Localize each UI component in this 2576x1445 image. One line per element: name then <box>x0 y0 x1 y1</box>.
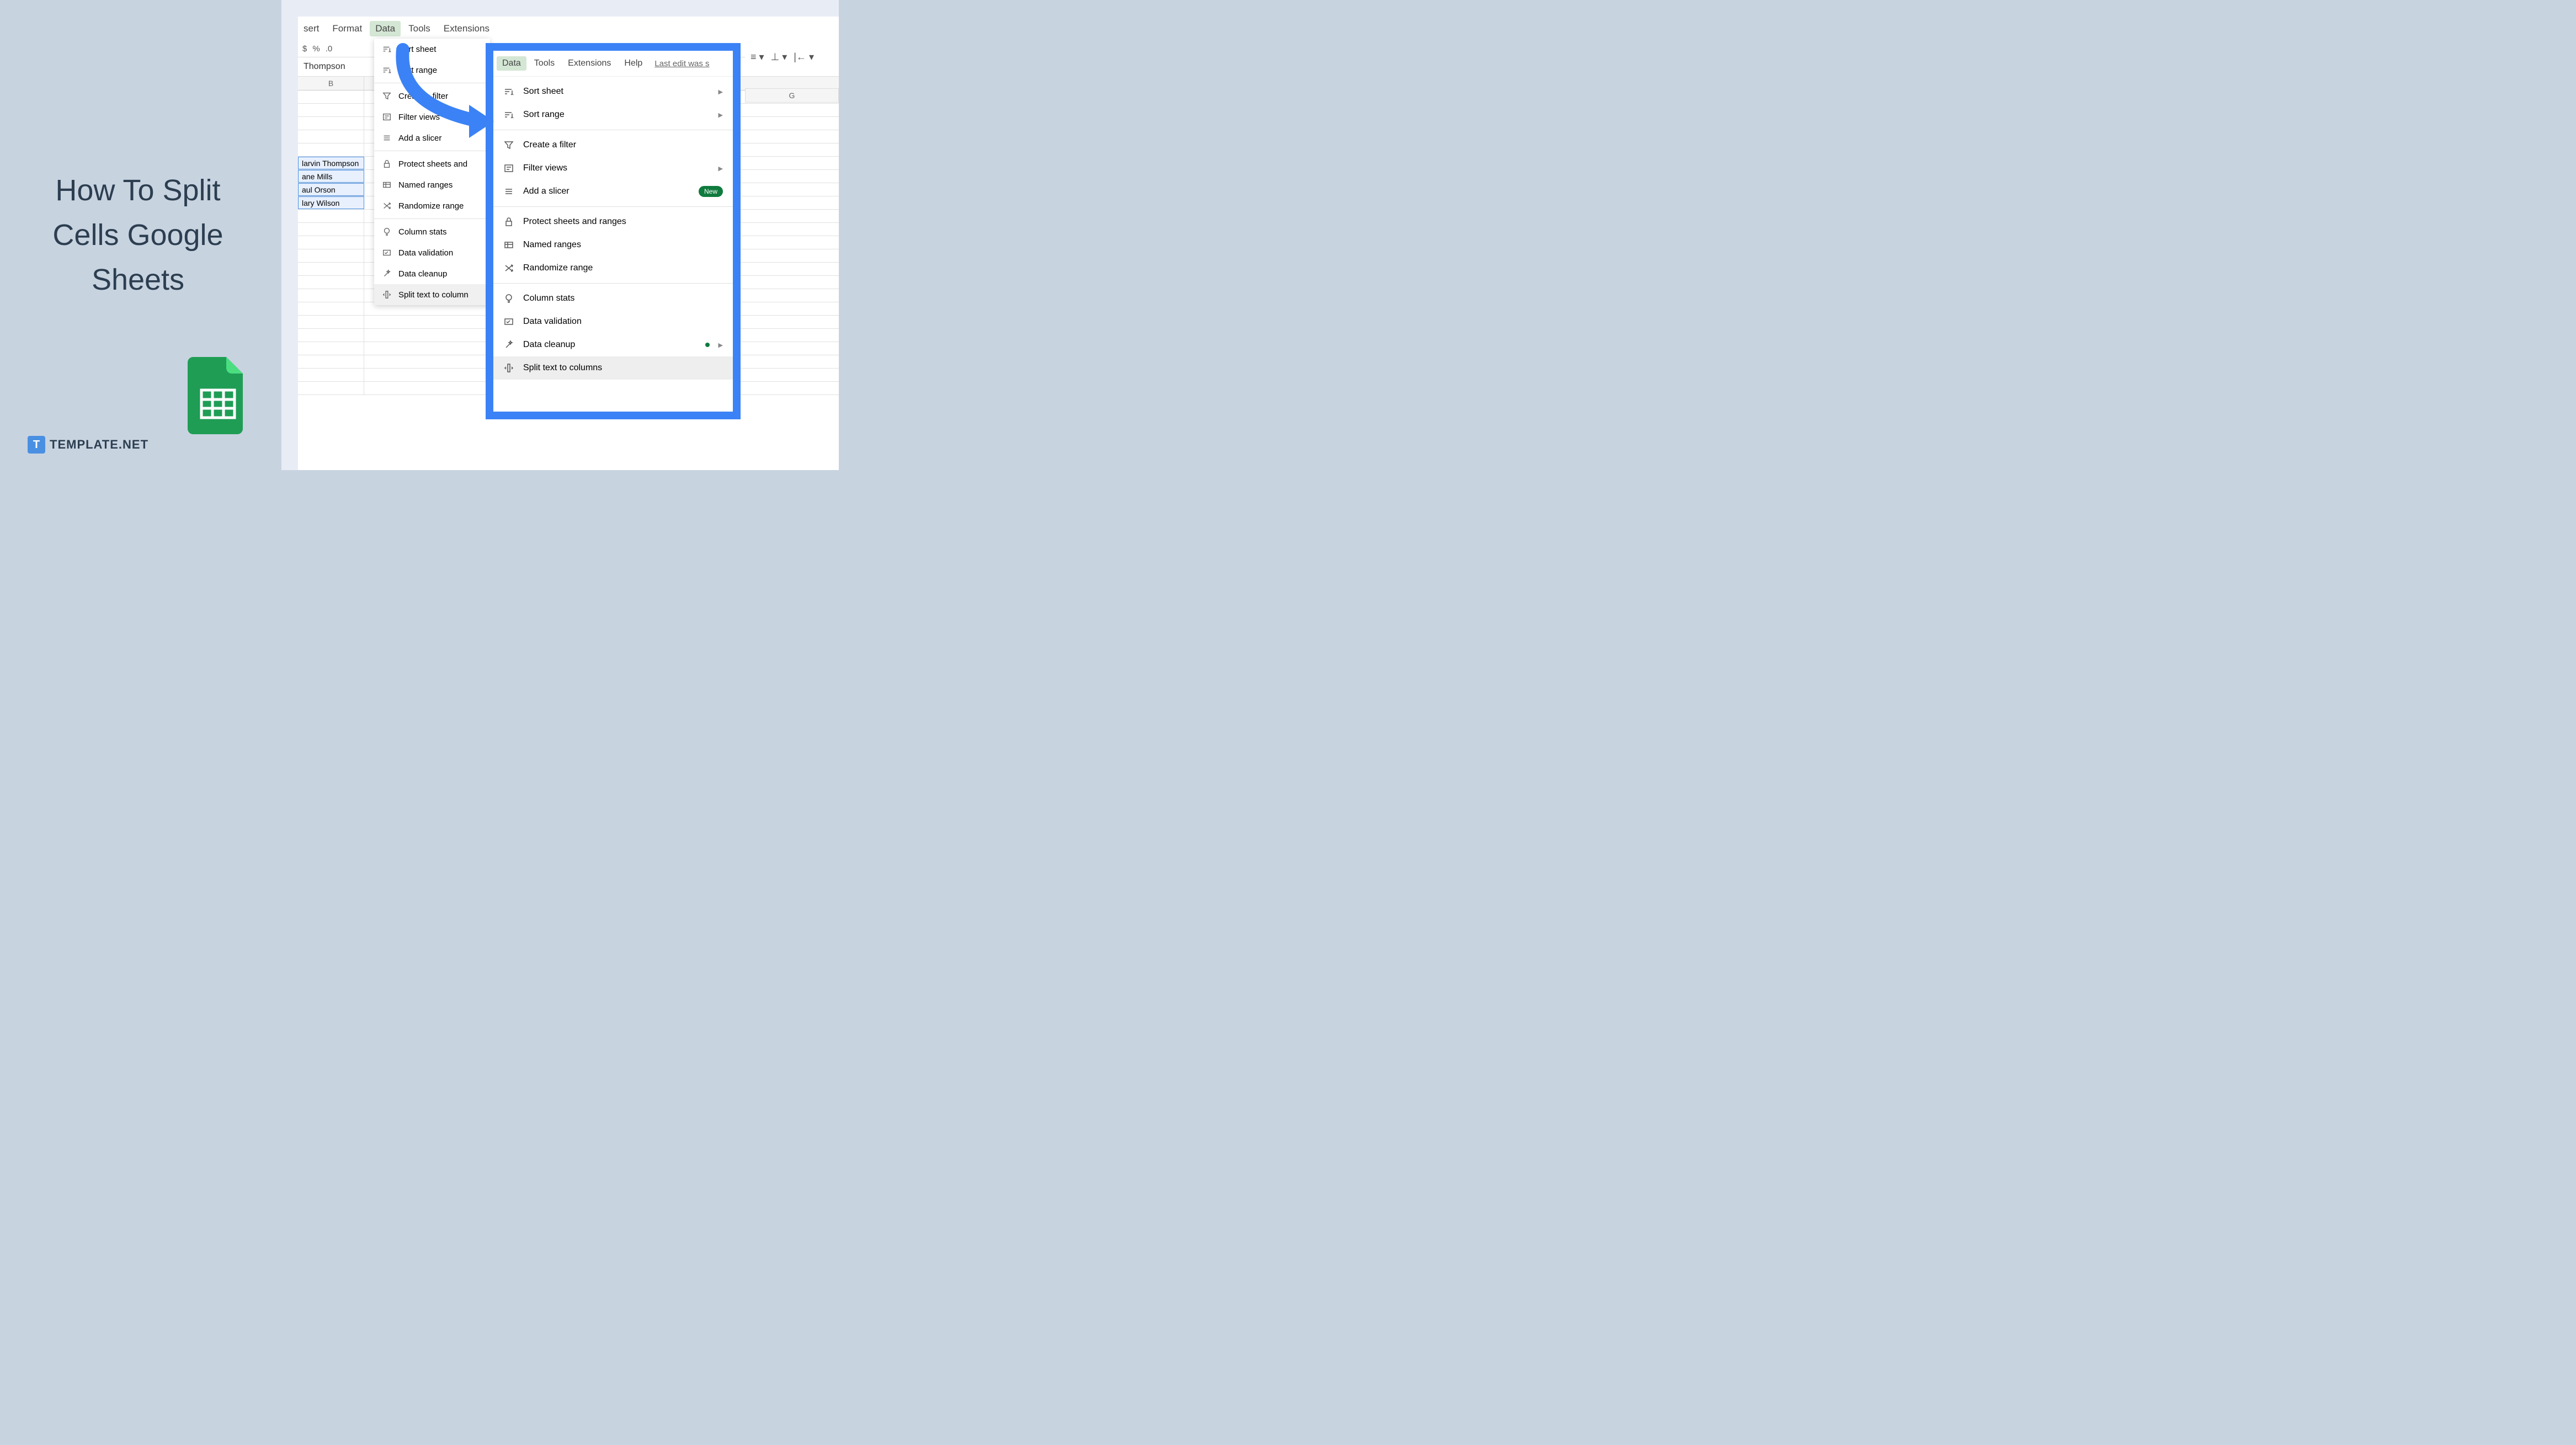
menu-label: Add a slicer <box>523 186 570 196</box>
menu-item-column-stats[interactable]: Column stats <box>493 287 733 310</box>
menu-item-sort-sheet[interactable]: Sort sheet ▶ <box>493 80 733 103</box>
menu-label: Named ranges <box>523 240 581 250</box>
logo-text: TEMPLATE.NET <box>50 438 148 452</box>
underline-icon: ⊥ ▾ <box>771 51 787 63</box>
menu-label: Protect sheets and ranges <box>523 217 626 227</box>
align-icon: ≡ ▾ <box>751 51 764 63</box>
arrow-icon <box>386 39 508 149</box>
fg-menu-help[interactable]: Help <box>619 56 648 71</box>
fg-menu-extensions[interactable]: Extensions <box>562 56 616 71</box>
menu-label: Sort sheet <box>523 87 563 97</box>
menu-item-split-text-to-column[interactable]: Split text to column <box>374 284 490 305</box>
menu-separator <box>493 283 733 284</box>
border-icon: |← ▾ <box>794 51 814 63</box>
right-panel: sertFormatDataToolsExtensions $%.0 Thomp… <box>281 0 839 470</box>
menu-item-randomize-range[interactable]: Randomize range <box>374 195 490 216</box>
submenu-arrow-icon: ▶ <box>718 342 723 349</box>
bg-menu-tools[interactable]: Tools <box>403 21 436 36</box>
bg-menu-format[interactable]: Format <box>327 21 368 36</box>
foreground-highlight: DataToolsExtensionsHelpLast edit was s S… <box>486 43 741 419</box>
menu-label: Column stats <box>523 294 574 303</box>
page-title: How To Split Cells Google Sheets <box>22 168 254 302</box>
submenu-arrow-icon: ▶ <box>718 88 723 95</box>
menu-item-create-a-filter[interactable]: Create a filter <box>493 134 733 157</box>
cell[interactable]: lary Wilson <box>298 196 364 209</box>
google-sheets-icon <box>188 357 248 437</box>
menu-separator <box>493 206 733 207</box>
menu-label: Sort range <box>523 110 565 120</box>
menu-label: Data validation <box>398 248 453 258</box>
menu-label: Randomize range <box>523 263 593 273</box>
menu-item-protect-sheets-and[interactable]: Protect sheets and <box>374 153 490 174</box>
right-col-g: G <box>745 88 839 103</box>
menu-label: Data cleanup <box>398 269 447 279</box>
fg-data-dropdown: Sort sheet ▶ Sort range ▶ Create a filter Fil… <box>493 77 733 383</box>
menu-label: Create a filter <box>523 140 576 150</box>
menu-item-data-validation[interactable]: Data validation <box>374 242 490 263</box>
status-dot <box>705 343 710 347</box>
cell[interactable]: larvin Thompson <box>298 157 364 169</box>
menu-item-filter-views[interactable]: Filter views ▶ <box>493 157 733 180</box>
menu-item-data-cleanup[interactable]: Data cleanup <box>374 263 490 284</box>
menu-item-named-ranges[interactable]: Named ranges <box>493 233 733 257</box>
menu-label: Named ranges <box>398 180 453 190</box>
menu-item-data-validation[interactable]: Data validation <box>493 310 733 333</box>
menu-item-add-a-slicer[interactable]: Add a slicer New <box>493 180 733 203</box>
menu-label: Split text to columns <box>523 363 602 373</box>
menu-label: Randomize range <box>398 201 464 211</box>
menu-item-named-ranges[interactable]: Named ranges <box>374 174 490 195</box>
menu-label: Protect sheets and <box>398 159 467 169</box>
toolbar-btn[interactable]: .0 <box>326 44 333 54</box>
menu-label: Column stats <box>398 227 447 237</box>
fg-menubar: DataToolsExtensionsHelpLast edit was s <box>493 51 733 77</box>
bg-col-b: B <box>298 77 364 90</box>
menu-item-randomize-range[interactable]: Randomize range <box>493 257 733 280</box>
menu-item-column-stats[interactable]: Column stats <box>374 221 490 242</box>
cell[interactable]: ane Mills <box>298 170 364 183</box>
menu-label: Filter views <box>523 163 567 173</box>
toolbar-btn[interactable]: $ <box>302 44 307 54</box>
right-toolbar-fragment: ≡ ▾ ⊥ ▾ |← ▾ <box>745 43 839 71</box>
bg-menu-data[interactable]: Data <box>370 21 401 36</box>
last-edit-text[interactable]: Last edit was s <box>654 59 709 68</box>
menu-label: Data cleanup <box>523 340 575 350</box>
submenu-arrow-icon: ▶ <box>718 111 723 119</box>
menu-label: Data validation <box>523 317 582 327</box>
logo-icon: T <box>28 436 45 454</box>
menu-item-split-text-to-columns[interactable]: Split text to columns <box>493 356 733 380</box>
menu-item-data-cleanup[interactable]: Data cleanup ▶ <box>493 333 733 356</box>
bg-menu-extensions[interactable]: Extensions <box>438 21 495 36</box>
cell[interactable]: aul Orson <box>298 183 364 196</box>
bg-menubar: sertFormatDataToolsExtensions <box>298 17 839 41</box>
template-logo: T TEMPLATE.NET <box>28 436 148 454</box>
new-badge: New <box>699 186 723 197</box>
submenu-arrow-icon: ▶ <box>718 165 723 172</box>
bg-menu-sert[interactable]: sert <box>298 21 324 36</box>
menu-separator <box>374 218 490 219</box>
fg-menu-tools[interactable]: Tools <box>529 56 560 71</box>
menu-label: Split text to column <box>398 290 469 300</box>
toolbar-btn[interactable]: % <box>312 44 320 54</box>
menu-item-sort-range[interactable]: Sort range ▶ <box>493 103 733 126</box>
menu-item-protect-sheets-and-ranges[interactable]: Protect sheets and ranges <box>493 210 733 233</box>
